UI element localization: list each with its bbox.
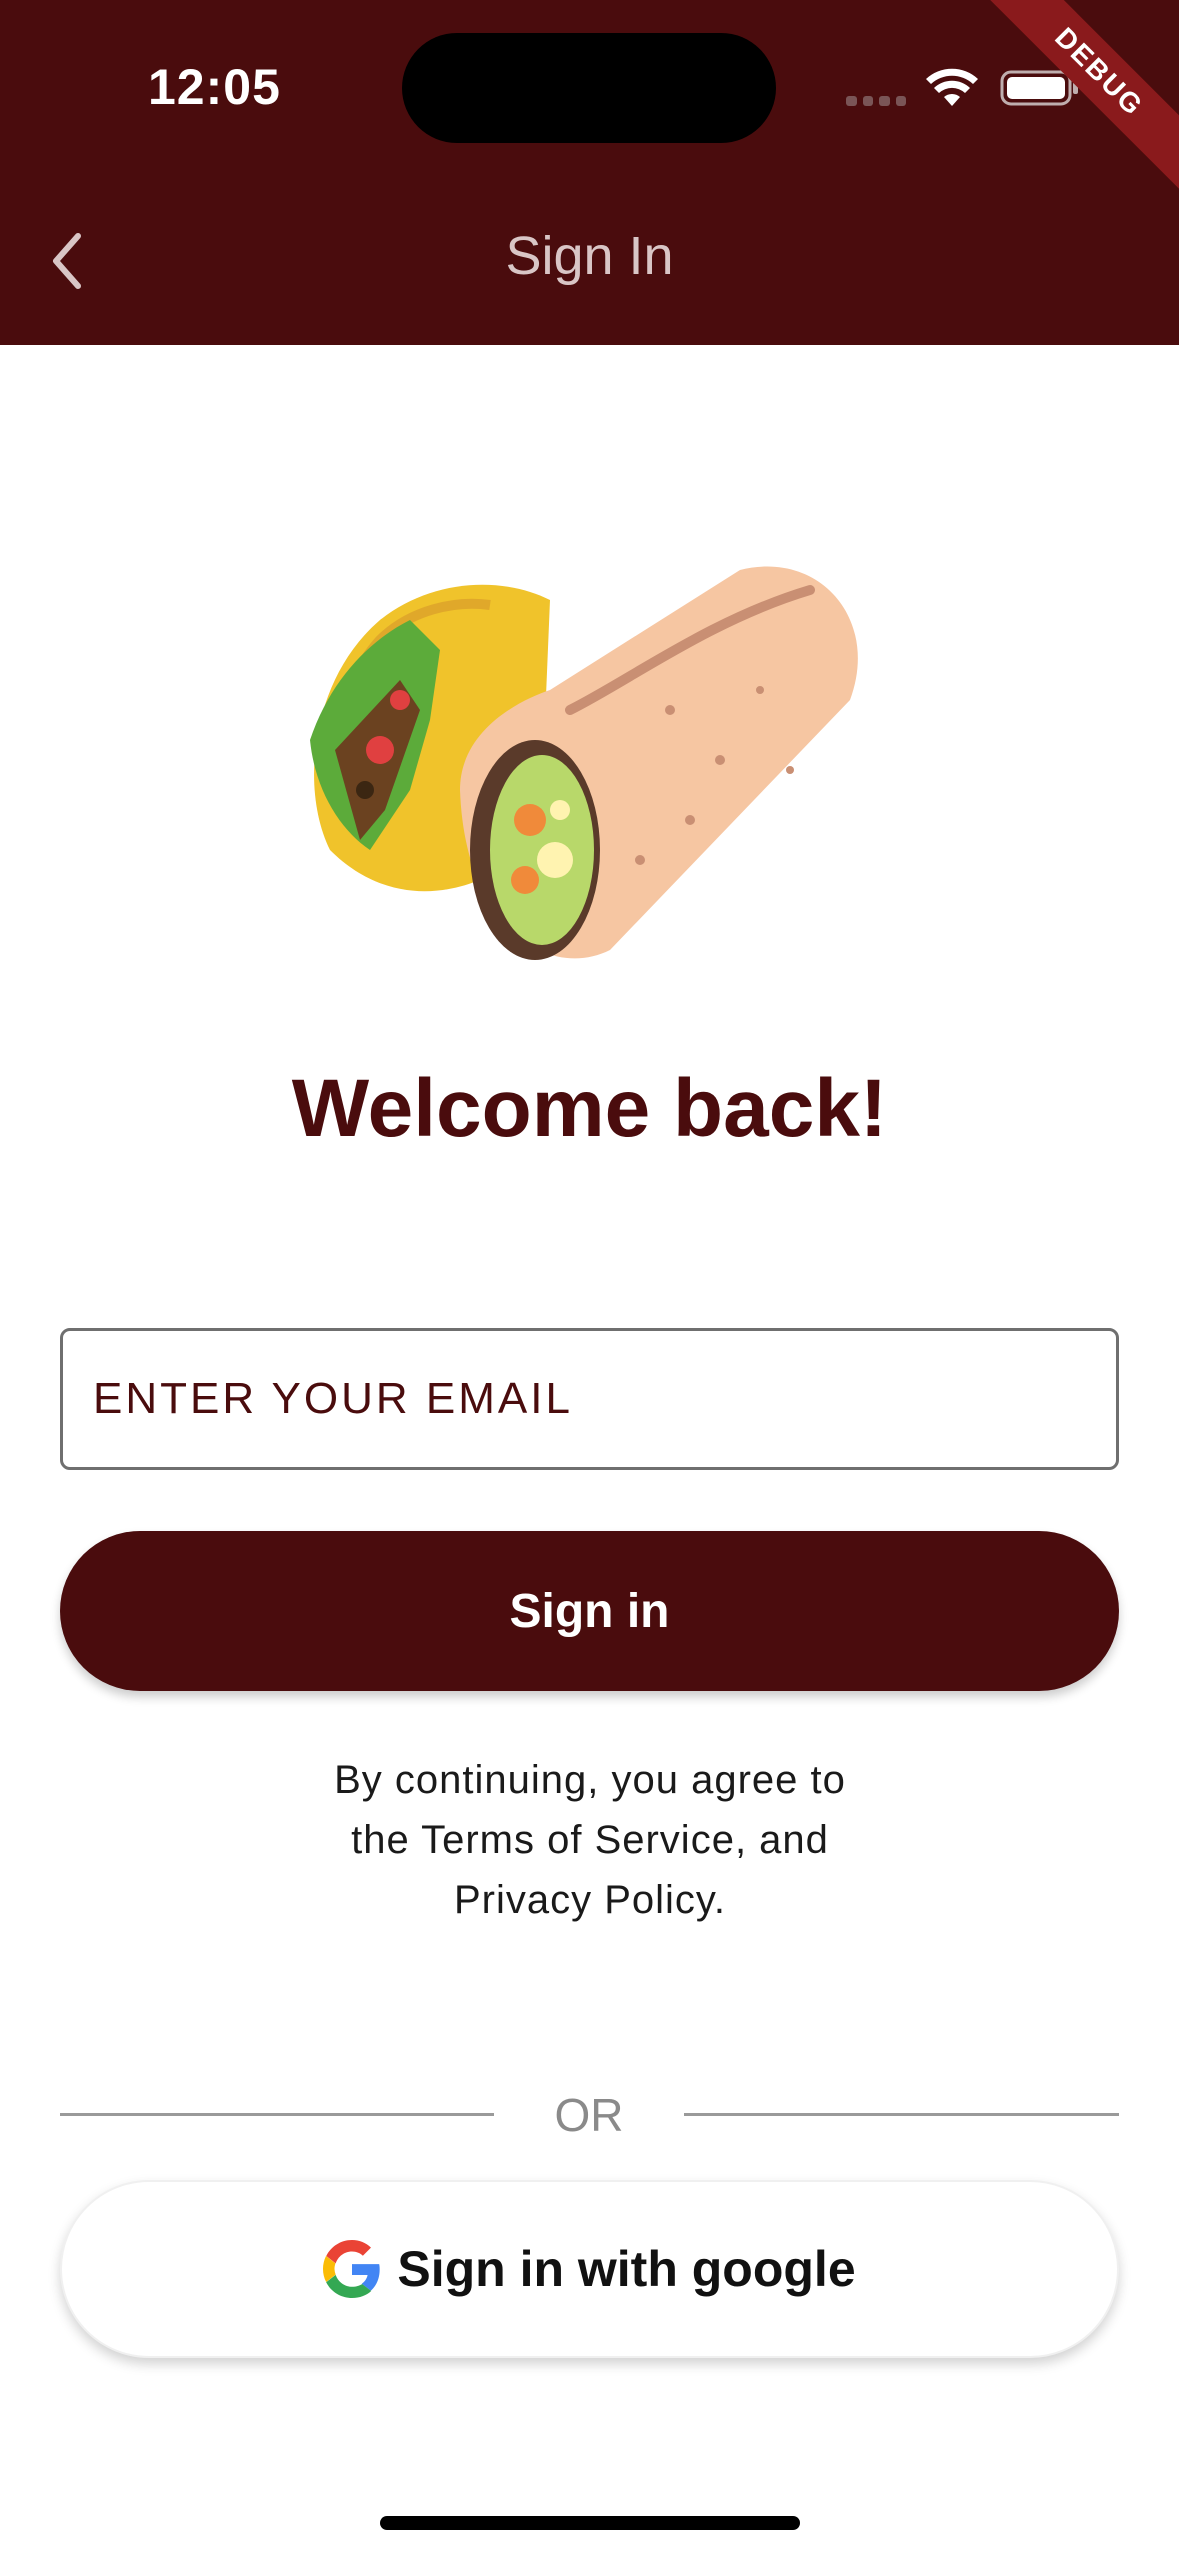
page-title: Sign In [505,226,674,286]
welcome-heading: Welcome back! [291,1063,888,1154]
wifi-icon [926,68,978,106]
signal-icon [846,96,906,106]
sign-in-button[interactable]: Sign in [60,1531,1119,1691]
google-icon [323,2240,381,2298]
or-divider-label: OR [554,2089,624,2141]
terms-text: By continuing, you agree to the Terms of… [240,1750,940,1930]
google-sign-in-label: Sign in with google [397,2241,856,2297]
terms-line-1: By continuing, you agree to [334,1758,846,1802]
dynamic-island [402,33,776,143]
divider-right [684,2113,1119,2116]
status-time: 12:05 [148,59,281,115]
home-indicator[interactable] [380,2516,800,2530]
taco-burrito-illustration [310,566,858,960]
terms-line-3: Privacy Policy. [453,1878,727,1922]
divider-left [60,2113,494,2116]
google-sign-in-button[interactable]: Sign in with google [60,2180,1119,2358]
terms-line-2: the Terms of Service, and [351,1818,829,1862]
app-header: 12:05 DEBUG Sign In [0,0,1179,345]
sign-in-screen: 12:05 DEBUG Sign In Welcome back! ENTER … [0,0,1179,2556]
email-field[interactable] [60,1328,1119,1470]
